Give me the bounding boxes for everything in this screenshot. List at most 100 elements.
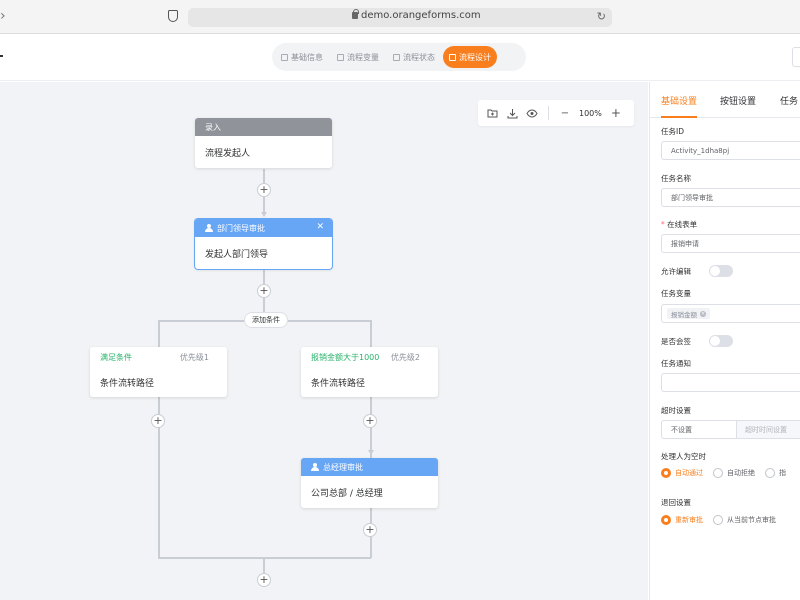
- task-var-select[interactable]: 报销金额 ×: [661, 304, 800, 323]
- document-icon: [281, 53, 288, 61]
- radio-label: 指: [779, 469, 786, 477]
- download-icon[interactable]: [506, 107, 518, 119]
- toolbar-divider: [548, 106, 549, 120]
- add-node-button[interactable]: +: [151, 414, 165, 428]
- task-var-label: 任务变量: [661, 289, 691, 298]
- app-header: 基础信息 流程变量 流程状态 流程设计: [0, 35, 800, 81]
- node-header: 部门领导审批 ✕: [195, 219, 332, 237]
- zoom-level: 100%: [579, 108, 602, 118]
- add-node-button[interactable]: +: [257, 573, 271, 587]
- browser-toolbar: › demo.orangeforms.com ↻: [0, 0, 800, 34]
- flow-icon: [449, 53, 456, 61]
- tag-text: 报销金额: [671, 310, 697, 319]
- radio-reapprove[interactable]: 重新审批: [661, 515, 703, 525]
- form-label: * 在线表单: [661, 219, 697, 230]
- node-title: 录入: [205, 122, 221, 132]
- task-name-label: 任务名称: [661, 174, 691, 183]
- zoom-out-icon[interactable]: −: [559, 107, 571, 119]
- url-text: demo.orangeforms.com: [361, 10, 481, 21]
- canvas-toolbar: − 100% +: [478, 100, 634, 126]
- eye-icon[interactable]: [526, 107, 538, 119]
- tab-flow-status[interactable]: 流程状态: [387, 46, 441, 68]
- list-icon: [393, 53, 400, 61]
- timeout-label: 超时设置: [661, 406, 691, 415]
- form-select[interactable]: 报销申请: [661, 234, 800, 253]
- radio-auto-pass[interactable]: 自动通过: [661, 468, 703, 478]
- tab-flow-design[interactable]: 流程设计: [443, 46, 497, 68]
- radio-dot: [713, 468, 723, 478]
- panel-tabs: 基础设置 按钮设置 任务: [650, 82, 800, 118]
- node-body: 条件流转路径: [100, 378, 155, 389]
- condition-priority: 优先级1: [179, 352, 209, 362]
- active-tab-indicator: [661, 116, 697, 118]
- folder-add-icon[interactable]: [486, 107, 498, 119]
- reject-radios: 重新审批 从当前节点审批: [661, 515, 776, 525]
- tab-flow-variables[interactable]: 流程变量: [331, 46, 385, 68]
- radio-from-current[interactable]: 从当前节点审批: [713, 515, 776, 525]
- condition-name: 报销金额大于1000: [311, 352, 380, 362]
- tab-button-settings[interactable]: 按钮设置: [720, 94, 756, 107]
- close-icon[interactable]: ✕: [316, 222, 324, 232]
- node-start[interactable]: 录入 流程发起人: [195, 118, 332, 168]
- radio-assign[interactable]: 指: [765, 468, 786, 478]
- node-dept-approval[interactable]: 部门领导审批 ✕ 发起人部门领导: [195, 219, 332, 269]
- radio-auto-reject[interactable]: 自动拒绝: [713, 468, 755, 478]
- timeout-control: 不设置 超时时间设置: [661, 420, 800, 439]
- task-name-input[interactable]: 部门领导审批: [661, 188, 800, 207]
- node-condition-1[interactable]: 满足条件 优先级1 条件流转路径: [90, 347, 227, 397]
- radio-dot: [661, 515, 671, 525]
- chevron-right-icon[interactable]: ›: [0, 8, 6, 24]
- connector: [158, 557, 371, 559]
- menu-icon[interactable]: [0, 55, 3, 57]
- node-header: 总经理审批: [301, 458, 438, 476]
- zoom-in-icon[interactable]: +: [610, 106, 622, 120]
- address-bar[interactable]: demo.orangeforms.com ↻: [188, 8, 612, 27]
- add-node-button[interactable]: +: [363, 523, 377, 537]
- tab-label: 基础信息: [291, 52, 323, 62]
- task-id-input[interactable]: Activity_1dha8pj: [661, 141, 800, 160]
- cosign-switch[interactable]: [709, 335, 733, 347]
- tab-basic-settings[interactable]: 基础设置: [661, 94, 697, 107]
- reload-icon[interactable]: ↻: [597, 10, 606, 23]
- arrow-down-icon: [368, 450, 374, 455]
- shield-icon[interactable]: [168, 10, 178, 22]
- form-label-text: 在线表单: [667, 220, 698, 229]
- add-node-button[interactable]: +: [257, 183, 271, 197]
- radio-dot: [713, 515, 723, 525]
- condition-header: 报销金额大于1000 优先级2: [301, 347, 438, 367]
- radio-dot: [765, 468, 775, 478]
- node-gm-approval[interactable]: 总经理审批 公司总部 / 总经理: [301, 458, 438, 508]
- add-condition-button[interactable]: 添加条件: [244, 312, 288, 328]
- empty-handler-radios: 自动通过 自动拒绝 指: [661, 468, 786, 478]
- header-action[interactable]: [792, 47, 800, 67]
- add-node-button[interactable]: +: [257, 284, 271, 298]
- empty-handler-label: 处理人为空时: [661, 452, 706, 461]
- task-id-label: 任务ID: [661, 127, 684, 136]
- condition-header: 满足条件 优先级1: [90, 347, 227, 367]
- node-title: 总经理审批: [323, 462, 363, 472]
- tab-label: 流程设计: [459, 52, 491, 62]
- radio-label: 从当前节点审批: [727, 516, 776, 524]
- node-title: 部门领导审批: [217, 223, 265, 233]
- notify-select[interactable]: [661, 373, 800, 392]
- user-icon: [311, 463, 319, 471]
- task-var-tag: 报销金额 ×: [667, 308, 710, 319]
- add-node-button[interactable]: +: [363, 414, 377, 428]
- timeout-select[interactable]: 不设置: [662, 421, 737, 438]
- properties-panel: 基础设置 按钮设置 任务 任务ID Activity_1dha8pj 任务名称 …: [649, 82, 800, 600]
- radio-dot: [661, 468, 671, 478]
- tab-task[interactable]: 任务: [780, 94, 798, 107]
- tab-basic-info[interactable]: 基础信息: [275, 46, 329, 68]
- node-header: 录入: [195, 118, 332, 136]
- allow-edit-switch[interactable]: [709, 265, 733, 277]
- arrow-down-icon: [261, 212, 267, 217]
- lock-icon: [352, 9, 359, 19]
- allow-edit-label: 允许编辑: [661, 267, 691, 276]
- node-body: 条件流转路径: [311, 378, 366, 389]
- node-condition-2[interactable]: 报销金额大于1000 优先级2 条件流转路径: [301, 347, 438, 397]
- timeout-input[interactable]: 超时时间设置: [737, 421, 800, 438]
- tab-label: 流程变量: [347, 52, 379, 62]
- flow-canvas[interactable]: − 100% + + + 添加条件 + + + + 录入 流程发起人 部门领导审…: [0, 82, 648, 600]
- condition-name: 满足条件: [100, 352, 132, 362]
- close-icon[interactable]: ×: [700, 310, 706, 317]
